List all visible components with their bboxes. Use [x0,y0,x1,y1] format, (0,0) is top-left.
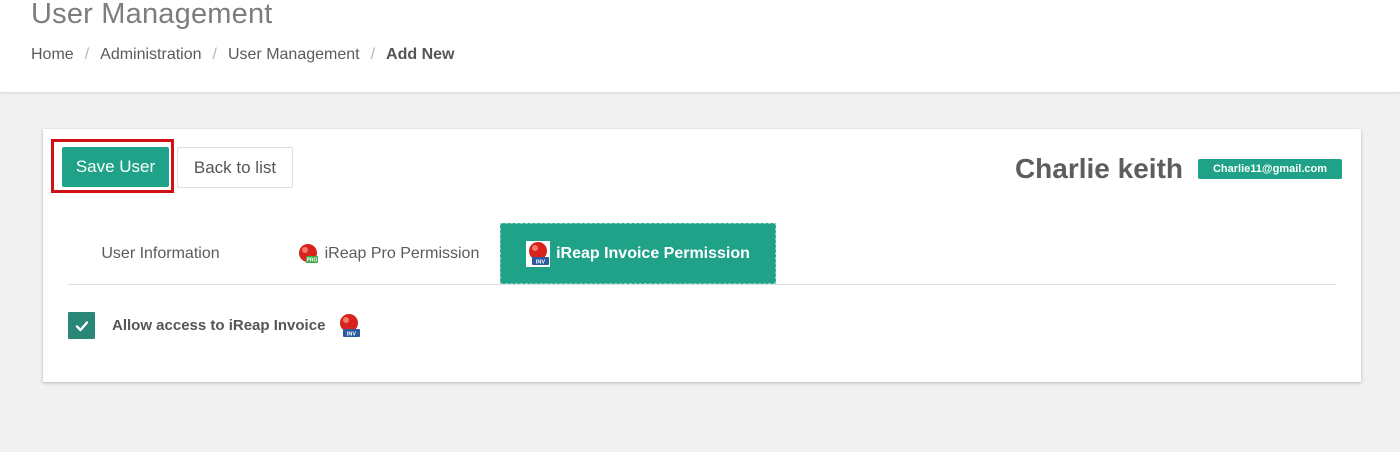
permission-tabs: User Information PRO iReap Pro Permissio… [68,223,1336,285]
back-to-list-button[interactable]: Back to list [177,147,293,188]
allow-invoice-row: Allow access to iReap Invoice INV [68,312,361,339]
svg-text:INV: INV [536,259,546,265]
tab-user-information[interactable]: User Information [68,223,253,284]
ireap-invoice-icon: INV [337,313,361,339]
tab-label: iReap Invoice Permission [556,244,750,262]
breadcrumb: Home / Administration / User Management … [31,46,455,64]
breadcrumb-home[interactable]: Home [31,46,74,64]
checkmark-icon [75,320,88,331]
allow-invoice-checkbox[interactable] [68,312,95,339]
ireap-invoice-icon: INV [526,240,551,267]
breadcrumb-administration[interactable]: Administration [100,46,201,64]
tab-label: iReap Pro Permission [324,244,480,262]
email-badge: Charlie11@gmail.com [1198,159,1342,179]
user-form-card: Save User Back to list Charlie keith Cha… [43,129,1361,382]
tab-ireap-invoice-permission[interactable]: INV iReap Invoice Permission [500,223,776,284]
user-name: Charlie keith [1014,153,1183,184]
breadcrumb-separator: / [370,46,376,63]
breadcrumb-current: Add New [386,46,455,63]
svg-text:INV: INV [347,331,357,337]
save-user-button[interactable]: Save User [62,147,169,187]
allow-invoice-label: Allow access to iReap Invoice [112,317,326,334]
tab-ireap-pro-permission[interactable]: PRO iReap Pro Permission [278,223,498,284]
breadcrumb-user-management[interactable]: User Management [228,46,360,64]
breadcrumb-separator: / [212,46,217,63]
tab-label: User Information [101,244,220,262]
ireap-pro-icon: PRO [297,243,319,265]
breadcrumb-separator: / [84,46,90,63]
svg-text:PRO: PRO [306,257,317,263]
page-header: User Management Home / Administration / … [0,0,1400,93]
page-title: User Management [31,0,273,30]
